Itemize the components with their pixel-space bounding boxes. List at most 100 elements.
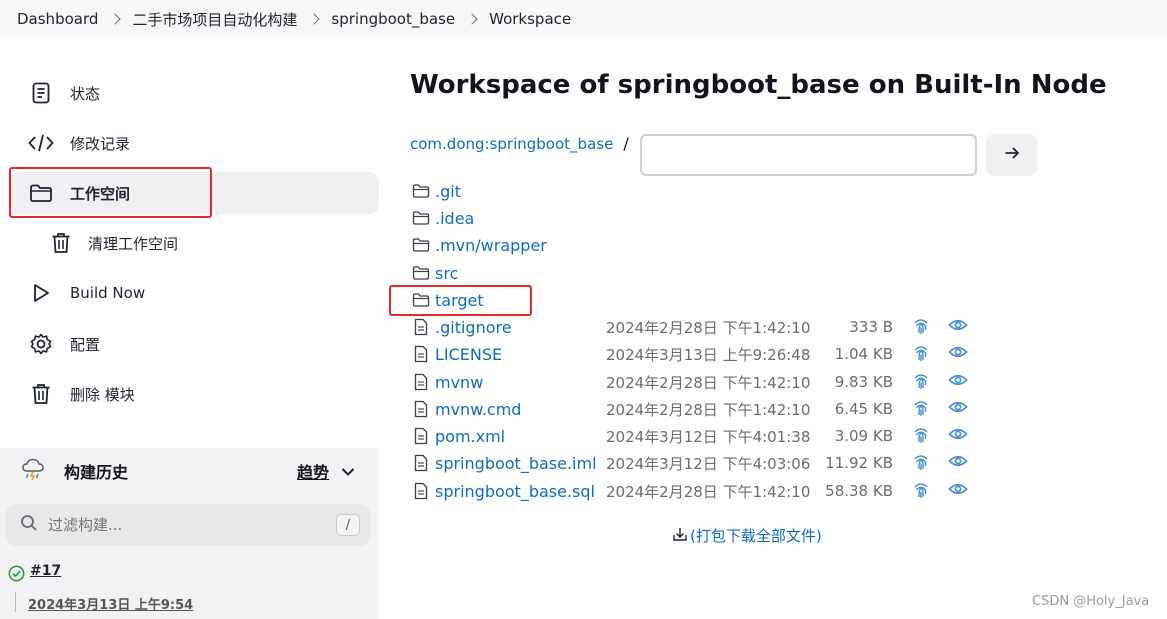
fingerprint-icon[interactable] xyxy=(912,398,930,422)
sidebar-item-status[interactable]: 状态 xyxy=(10,72,379,114)
success-check-icon xyxy=(8,565,25,586)
sidebar-item-build-now[interactable]: Build Now xyxy=(10,272,379,314)
file-link[interactable]: mvnw.cmd xyxy=(435,400,521,419)
file-link[interactable]: springboot_base.sql xyxy=(435,482,595,501)
file-date: 2024年2月28日 下午1:42:10 xyxy=(606,373,811,392)
fingerprint-icon[interactable] xyxy=(912,343,930,367)
file-row: springboot_base.iml 2024年3月12日 下午4:03:06… xyxy=(412,451,1032,475)
file-size: 9.83 KB xyxy=(834,373,893,391)
build-number-link[interactable]: #17 xyxy=(30,563,61,579)
fingerprint-icon[interactable] xyxy=(912,425,930,449)
breadcrumb-job[interactable]: springboot_base xyxy=(331,10,455,28)
weather-icon xyxy=(20,456,46,486)
breadcrumb-project[interactable]: 二手市场项目自动化构建 xyxy=(132,9,297,30)
fingerprint-icon[interactable] xyxy=(912,316,930,340)
file-icon xyxy=(412,427,430,445)
sidebar-item-label: 工作空间 xyxy=(70,184,131,203)
breadcrumb-dashboard[interactable]: Dashboard xyxy=(17,10,98,28)
file-link[interactable]: mvnw xyxy=(435,373,483,392)
folder-row: .idea xyxy=(412,206,1032,230)
file-row: mvnw.cmd 2024年2月28日 下午1:42:10 6.45 KB xyxy=(412,397,1032,421)
folder-icon xyxy=(412,236,430,254)
sidebar-item-delete-module[interactable]: 删除 模块 xyxy=(10,373,379,415)
build-history-title: 构建历史 xyxy=(64,463,129,482)
file-icon xyxy=(412,400,430,418)
file-date: 2024年3月13日 上午9:26:48 xyxy=(606,345,811,364)
eye-icon[interactable] xyxy=(948,482,968,500)
file-link[interactable]: .gitignore xyxy=(435,318,512,337)
download-icon xyxy=(672,526,690,546)
watermark: CSDN @Holy_Java xyxy=(1032,594,1150,609)
file-link[interactable]: springboot_base.iml xyxy=(435,454,597,473)
file-date: 2024年3月12日 下午4:01:38 xyxy=(606,427,811,446)
build-date-link[interactable]: 2024年3月13日 上午9:54 xyxy=(28,594,193,613)
eye-icon[interactable] xyxy=(948,345,968,363)
path-separator: / xyxy=(623,134,629,153)
file-row: pom.xml 2024年3月12日 下午4:01:38 3.09 KB xyxy=(412,424,1032,448)
file-row: springboot_base.sql 2024年2月28日 下午1:42:10… xyxy=(412,479,1032,503)
sidebar-item-label: 配置 xyxy=(70,335,101,354)
folder-icon xyxy=(412,291,430,309)
arrow-right-icon xyxy=(1004,146,1020,164)
sidebar-item-label: 修改记录 xyxy=(70,134,131,153)
eye-icon[interactable] xyxy=(948,427,968,445)
file-row: mvnw 2024年2月28日 下午1:42:10 9.83 KB xyxy=(412,370,1032,394)
folder-link[interactable]: .mvn/wrapper xyxy=(435,236,547,255)
sidebar-item-wipe-workspace[interactable]: 清理工作空间 xyxy=(10,222,379,264)
chevron-right-icon xyxy=(466,12,478,25)
folder-link[interactable]: src xyxy=(435,264,458,283)
file-link[interactable]: pom.xml xyxy=(435,427,505,446)
file-icon xyxy=(412,318,430,336)
breadcrumb: Dashboard 二手市场项目自动化构建 springboot_base Wo… xyxy=(0,0,1167,38)
fingerprint-icon[interactable] xyxy=(912,452,930,476)
file-date: 2024年2月28日 下午1:42:10 xyxy=(606,318,811,337)
sidebar-item-workspace[interactable]: 工作空间 xyxy=(10,172,379,214)
shortcut-key-badge: / xyxy=(336,514,360,536)
eye-icon[interactable] xyxy=(948,373,968,391)
eye-icon[interactable] xyxy=(948,318,968,336)
code-icon xyxy=(28,130,54,156)
path-input[interactable] xyxy=(640,134,977,176)
build-filter-area: / xyxy=(0,494,379,556)
path-root-link[interactable]: com.dong:springboot_base xyxy=(410,135,613,153)
file-link[interactable]: LICENSE xyxy=(435,345,502,364)
file-size: 58.38 KB xyxy=(825,482,893,500)
folder-link[interactable]: target xyxy=(435,291,484,310)
chevron-right-icon xyxy=(308,12,321,25)
folder-icon xyxy=(28,180,54,206)
file-date: 2024年2月28日 下午1:42:10 xyxy=(606,482,811,501)
trash-icon xyxy=(28,381,54,407)
folder-row: src xyxy=(412,261,1032,285)
sidebar-item-changes[interactable]: 修改记录 xyxy=(10,122,379,164)
folder-icon xyxy=(412,209,430,227)
folder-row: .mvn/wrapper xyxy=(412,233,1032,257)
file-size: 1.04 KB xyxy=(834,345,893,363)
breadcrumb-workspace[interactable]: Workspace xyxy=(489,10,571,28)
sidebar-item-label: 状态 xyxy=(70,84,101,103)
eye-icon[interactable] xyxy=(948,454,968,472)
download-all-zip-link[interactable]: (打包下载全部文件) xyxy=(672,525,822,546)
folder-link[interactable]: .git xyxy=(435,182,461,201)
trend-button[interactable]: 趋势 xyxy=(297,459,355,483)
fingerprint-icon[interactable] xyxy=(912,371,930,395)
file-icon xyxy=(412,345,430,363)
file-row: LICENSE 2024年3月13日 上午9:26:48 1.04 KB xyxy=(412,342,1032,366)
go-button[interactable] xyxy=(986,134,1037,176)
eye-icon[interactable] xyxy=(948,400,968,418)
build-filter-input[interactable] xyxy=(48,516,308,534)
folder-icon xyxy=(412,182,430,200)
build-filter: / xyxy=(6,504,370,546)
build-history-header: 构建历史 趋势 xyxy=(0,448,379,494)
file-date: 2024年3月12日 下午4:03:06 xyxy=(606,454,811,473)
sidebar-item-label: 删除 模块 xyxy=(70,385,135,404)
document-icon xyxy=(28,80,54,106)
chevron-right-icon xyxy=(109,12,122,25)
file-size: 3.09 KB xyxy=(834,427,893,445)
folder-link[interactable]: .idea xyxy=(435,209,474,228)
file-size: 11.92 KB xyxy=(825,454,893,472)
folder-icon xyxy=(412,264,430,282)
fingerprint-icon[interactable] xyxy=(912,480,930,504)
sidebar-item-configure[interactable]: 配置 xyxy=(10,323,379,365)
page-title: Workspace of springboot_base on Built-In… xyxy=(410,70,1107,100)
play-icon xyxy=(28,280,54,306)
